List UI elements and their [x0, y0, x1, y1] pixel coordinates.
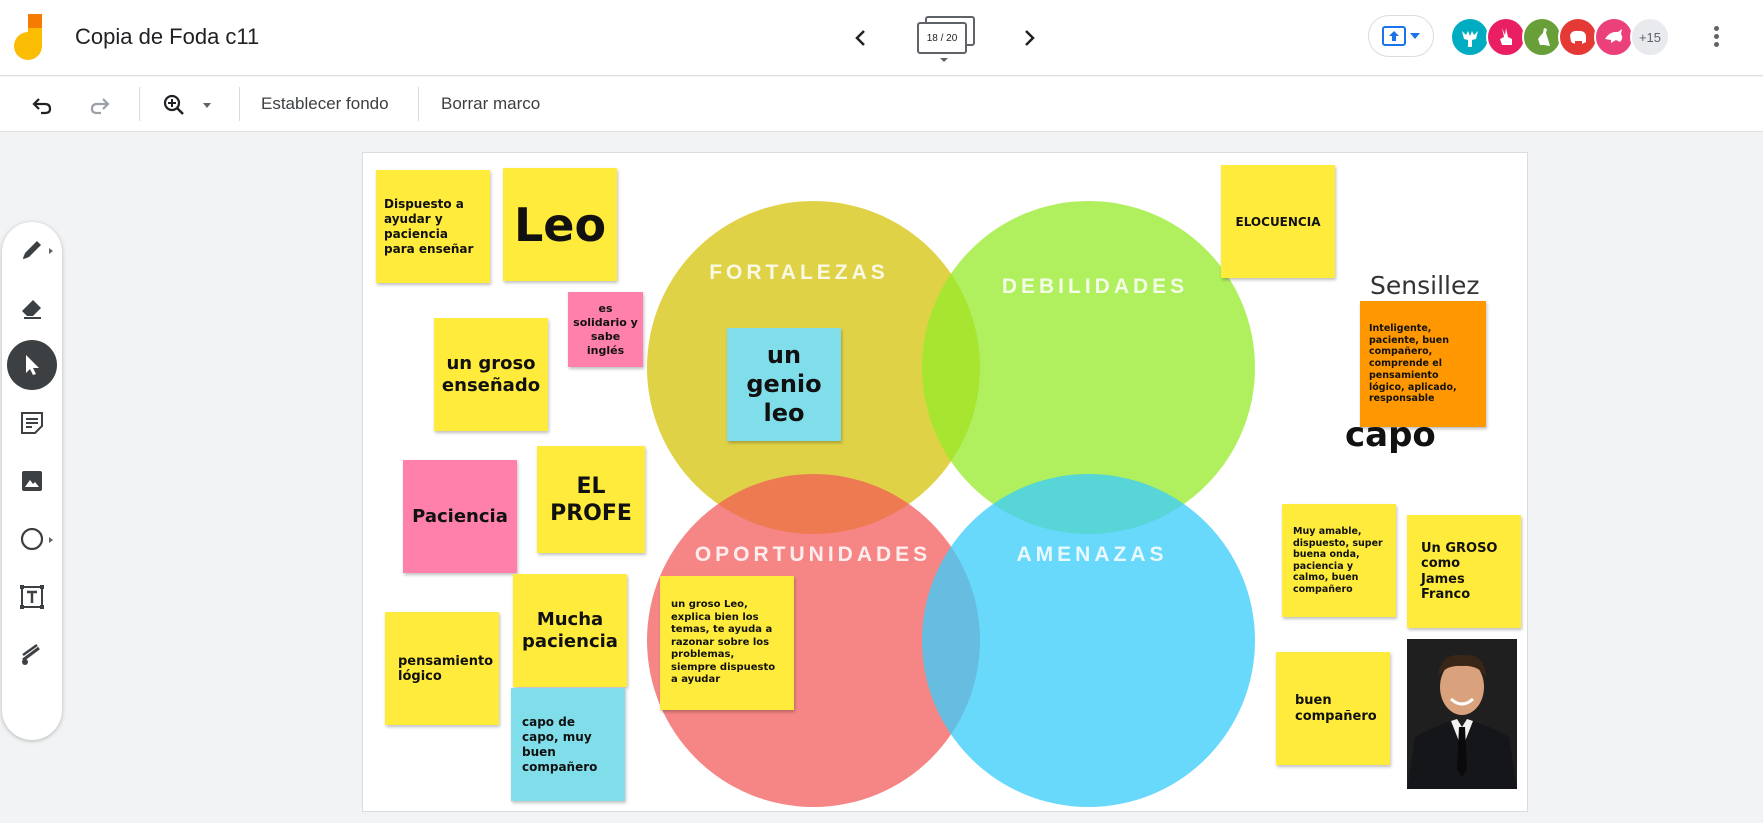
amenazas-label: AMENAZAS	[1016, 543, 1168, 566]
sticky-note-text: Leo	[513, 197, 607, 252]
amenazas-circle[interactable]	[922, 474, 1255, 807]
edit-toolbar: Establecer fondo Borrar marco	[0, 77, 1763, 132]
sticky-note-text: es solidario y sabe inglés	[573, 301, 638, 357]
circle-shape-icon	[20, 527, 44, 551]
present-icon	[1382, 26, 1406, 46]
sticky-note-text: Dispuesto a ayudar y paciencia para ense…	[384, 196, 474, 256]
sticky-note-text: capo de capo, muy buen compañero	[522, 714, 598, 774]
sticky-note-text: un genio leo	[746, 341, 822, 427]
moose-icon[interactable]	[1450, 17, 1490, 57]
text-box[interactable]: Sensillez	[1370, 271, 1479, 300]
toolbar-divider	[139, 87, 140, 121]
tool-options-caret	[49, 248, 53, 254]
select-tool-button[interactable]	[7, 340, 57, 390]
oportunidades-label: OPORTUNIDADES	[694, 543, 932, 566]
sticky-note-text: un groso Leo, explica bien los temas, te…	[671, 599, 776, 686]
sticky-note-text: un groso enseñado	[441, 352, 541, 396]
sticky-note[interactable]: buen compañero	[1276, 652, 1390, 765]
redo-button[interactable]	[84, 89, 116, 121]
james-franco-photo[interactable]	[1407, 639, 1517, 789]
sticky-note[interactable]: Un GROSO como James Franco	[1407, 515, 1521, 628]
sticky-note-text: EL PROFE	[550, 473, 632, 526]
kangaroo-icon[interactable]	[1522, 17, 1562, 57]
sticky-note-text: Muy amable, dispuesto, super buena onda,…	[1293, 526, 1383, 595]
text-box[interactable]: capo	[1345, 415, 1436, 455]
chevron-right-icon	[1025, 30, 1035, 46]
top-bar: Copia de Foda c11 18 / 20 +15	[0, 0, 1763, 76]
whiteboard-frame[interactable]: FORTALEZAS DEBILIDADES OPORTUNIDADES AME…	[362, 152, 1528, 812]
document-title[interactable]: Copia de Foda c11	[75, 24, 259, 50]
text-box-tool-button[interactable]	[7, 572, 57, 622]
sticky-note[interactable]: Paciencia	[403, 460, 517, 573]
chevron-left-icon	[855, 30, 865, 46]
jamboard-logo[interactable]	[14, 14, 46, 60]
tool-panel	[2, 222, 62, 740]
zoom-button[interactable]	[158, 89, 190, 121]
sticky-note[interactable]: Leo	[503, 168, 617, 281]
rabbit-icon[interactable]	[1486, 17, 1526, 57]
caret-down-icon	[940, 58, 948, 62]
sticky-note[interactable]: un groso Leo, explica bien los temas, te…	[660, 576, 794, 710]
more-collaborators-badge[interactable]: +15	[1630, 17, 1670, 57]
image-tool-button[interactable]	[7, 456, 57, 506]
sticky-note-text: Mucha paciencia	[522, 608, 618, 652]
fortalezas-label: FORTALEZAS	[709, 261, 889, 284]
redo-icon	[90, 98, 110, 115]
jamboard-app: Copia de Foda c11 18 / 20 +15 Establecer…	[0, 0, 1763, 823]
debilidades-label: DEBILIDADES	[1001, 275, 1189, 298]
sticky-note[interactable]: EL PROFE	[537, 446, 645, 553]
sticky-note[interactable]: Mucha paciencia	[513, 574, 627, 687]
sticky-note-text: Inteligente, paciente, buen compañero, c…	[1369, 322, 1457, 405]
frame-bar-toggle[interactable]: 18 / 20	[913, 16, 975, 62]
frame-counter-label: 18 / 20	[917, 22, 967, 54]
shape-tool-button[interactable]	[7, 514, 57, 564]
select-icon	[26, 355, 39, 375]
sticky-note[interactable]: capo de capo, muy buen compañero	[511, 688, 625, 801]
set-background-button[interactable]: Establecer fondo	[261, 94, 389, 114]
undo-icon	[32, 98, 52, 115]
pen-tool-button[interactable]	[7, 225, 57, 275]
sticky-note[interactable]: Muy amable, dispuesto, super buena onda,…	[1282, 504, 1396, 617]
more-options-icon[interactable]	[1700, 20, 1732, 52]
sticky-note[interactable]: Inteligente, paciente, buen compañero, c…	[1360, 301, 1486, 427]
sticky-note-tool-button[interactable]	[7, 398, 57, 448]
sticky-note[interactable]: un groso enseñado	[434, 318, 548, 431]
next-frame-button[interactable]	[1013, 22, 1045, 54]
toolbar-divider	[418, 87, 419, 121]
laser-icon	[22, 643, 40, 665]
pig-icon[interactable]	[1558, 17, 1598, 57]
sticky-note-text: buen compañero	[1295, 693, 1377, 724]
eraser-tool-button[interactable]	[7, 283, 57, 333]
zoom-in-icon	[163, 94, 184, 115]
sticky-note-text: ELOCUENCIA	[1235, 214, 1321, 229]
pen-icon	[23, 241, 41, 259]
present-button[interactable]	[1368, 15, 1434, 57]
sticky-note-text: pensamiento lógico	[398, 653, 494, 684]
sticky-note-icon	[21, 412, 43, 434]
sticky-note[interactable]: es solidario y sabe inglés	[568, 292, 643, 367]
zoom-dropdown[interactable]	[199, 89, 215, 121]
text-box-icon	[20, 585, 44, 609]
image-icon	[22, 471, 42, 491]
caret-down-icon	[1410, 33, 1420, 39]
toolbar-divider	[239, 87, 240, 121]
sticky-note[interactable]: Dispuesto a ayudar y paciencia para ense…	[376, 170, 490, 283]
sticky-note-text: Paciencia	[412, 506, 508, 527]
previous-frame-button[interactable]	[845, 22, 877, 54]
sticky-note-text: Un GROSO como James Franco	[1421, 540, 1498, 603]
sticky-note[interactable]: ELOCUENCIA	[1221, 165, 1335, 278]
caret-down-icon	[203, 102, 211, 108]
clear-frame-button[interactable]: Borrar marco	[441, 94, 540, 114]
dolphin-icon[interactable]	[1594, 17, 1634, 57]
sticky-note[interactable]: pensamiento lógico	[385, 612, 499, 725]
eraser-icon	[22, 300, 41, 319]
undo-button[interactable]	[26, 89, 58, 121]
laser-tool-button[interactable]	[7, 630, 57, 680]
sticky-note[interactable]: un genio leo	[727, 328, 841, 441]
tool-options-caret	[49, 537, 53, 543]
